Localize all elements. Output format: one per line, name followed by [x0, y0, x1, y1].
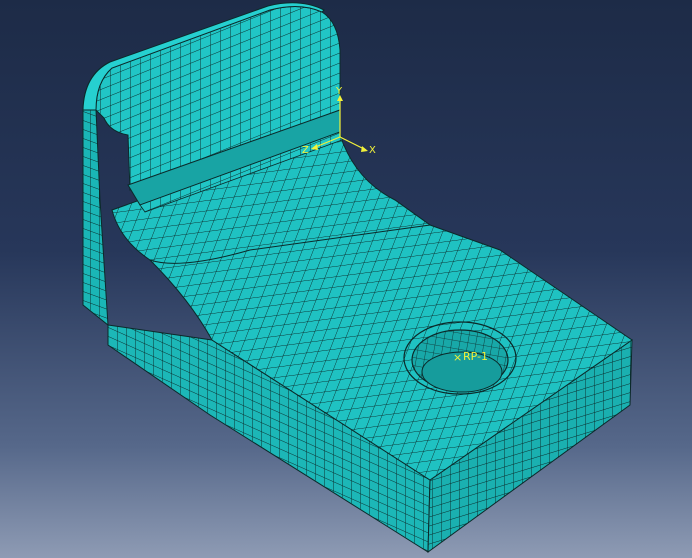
triad-x-label: X: [369, 145, 376, 156]
triad-y-label: Y: [335, 86, 343, 97]
meshed-part-canvas[interactable]: × RP-1 Y X Z: [0, 0, 692, 558]
triad-x-arrow: [361, 146, 368, 152]
rp-marker-glyph: ×: [453, 351, 462, 364]
reference-point-marker[interactable]: × RP-1: [453, 350, 488, 364]
rp-label: RP-1: [463, 350, 488, 363]
triad-z-label: Z: [302, 145, 309, 156]
abaqus-viewport[interactable]: × RP-1 Y X Z: [0, 0, 692, 558]
